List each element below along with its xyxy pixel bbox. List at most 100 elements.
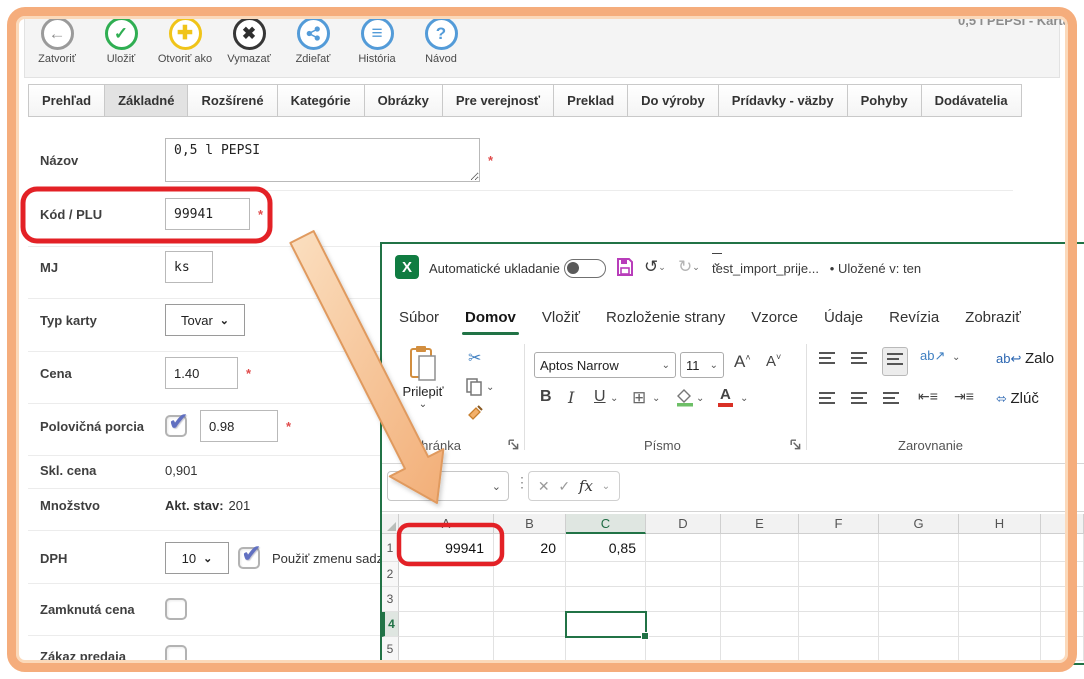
column-header-e[interactable]: E <box>721 514 799 534</box>
cell-b3[interactable] <box>494 587 566 612</box>
cell-d2[interactable] <box>646 562 721 587</box>
row-header-4[interactable]: 4 <box>382 612 399 637</box>
cell-h4[interactable] <box>959 612 1041 637</box>
orientation-icon[interactable]: ab↗ <box>920 348 945 364</box>
open-as-button[interactable]: ✚ Otvoriť ako <box>153 17 217 65</box>
mj-input[interactable] <box>165 251 213 283</box>
chevron-down-icon[interactable]: ⌄ <box>610 393 618 404</box>
merge-center-button[interactable]: ⬄ Zlúč <box>996 390 1039 407</box>
cell-c3[interactable] <box>566 587 646 612</box>
decrease-font-icon[interactable]: A˅ <box>766 352 781 370</box>
save-icon[interactable] <box>616 257 634 277</box>
ribbon-tab-zobrazit[interactable]: Zobraziť <box>952 297 1034 337</box>
dph-select[interactable]: 10 ⌄ <box>165 542 229 574</box>
dialog-launcher-icon[interactable] <box>508 439 520 451</box>
column-header-g[interactable]: G <box>879 514 959 534</box>
cell-a5[interactable] <box>399 637 494 661</box>
chevron-down-icon[interactable]: ⌄ <box>602 481 610 492</box>
cell-h1[interactable] <box>959 534 1041 562</box>
delete-button[interactable]: ✖ Vymazať <box>217 17 281 65</box>
dph-change-checkbox[interactable] <box>238 547 260 569</box>
borders-icon[interactable]: ⊞ <box>632 388 646 408</box>
cell-d1[interactable] <box>646 534 721 562</box>
dialog-launcher-icon[interactable] <box>790 439 802 451</box>
column-header-b[interactable]: B <box>494 514 566 534</box>
tab-pridavky-vazby[interactable]: Prídavky - väzby <box>718 84 848 117</box>
tab-pohyby[interactable]: Pohyby <box>847 84 922 117</box>
align-center-icon[interactable] <box>850 390 868 411</box>
nazov-input[interactable]: 0,5 l PEPSI <box>165 138 480 182</box>
bold-button[interactable]: B <box>540 388 552 406</box>
tab-do-vyroby[interactable]: Do výroby <box>627 84 719 117</box>
cell-h5[interactable] <box>959 637 1041 661</box>
cell-g4[interactable] <box>879 612 959 637</box>
tab-dodavatelia[interactable]: Dodávatelia <box>921 84 1022 117</box>
ribbon-tab-vzorce[interactable]: Vzorce <box>738 297 811 337</box>
name-box[interactable]: ⌄ <box>387 471 509 501</box>
cell-f4[interactable] <box>799 612 879 637</box>
cell-h2[interactable] <box>959 562 1041 587</box>
underline-button[interactable]: U <box>594 388 606 406</box>
ribbon-tab-subor[interactable]: Súbor <box>386 297 452 337</box>
cut-icon[interactable]: ✂ <box>468 348 481 368</box>
row-header-5[interactable]: 5 <box>382 637 399 661</box>
align-right-icon[interactable] <box>882 390 900 411</box>
format-painter-icon[interactable] <box>466 404 484 422</box>
copy-icon[interactable] <box>466 378 482 396</box>
increase-font-icon[interactable]: A˄ <box>734 352 751 372</box>
align-middle-icon[interactable] <box>850 350 868 371</box>
insert-function-icon[interactable]: fx <box>579 477 593 495</box>
polovicna-porcia-input[interactable] <box>200 410 278 442</box>
ribbon-tab-udaje[interactable]: Údaje <box>811 297 876 337</box>
tab-rozsirene[interactable]: Rozšírené <box>187 84 277 117</box>
ribbon-tab-rozlozenie-strany[interactable]: Rozloženie strany <box>593 297 738 337</box>
save-button[interactable]: ✓ Uložiť <box>89 17 153 65</box>
polovicna-porcia-checkbox[interactable] <box>165 415 187 437</box>
font-name-combo[interactable]: Aptos Narrow ⌄ <box>534 352 676 378</box>
column-header-h[interactable]: H <box>959 514 1041 534</box>
fill-color-icon[interactable] <box>676 388 694 407</box>
cell-g5[interactable] <box>879 637 959 661</box>
share-button[interactable]: Zdieľať <box>281 17 345 65</box>
cell-a1[interactable]: 99941 <box>399 534 494 562</box>
increase-indent-icon[interactable]: ⇥≡ <box>954 388 974 405</box>
chevron-down-icon[interactable]: ⌄ <box>952 352 960 363</box>
formula-input[interactable] <box>628 471 1080 501</box>
typ-karty-select[interactable]: Tovar ⌄ <box>165 304 245 336</box>
confirm-entry-icon[interactable]: ✓ <box>558 478 570 495</box>
tab-kategorie[interactable]: Kategórie <box>277 84 365 117</box>
tab-zakladne[interactable]: Základné <box>104 84 188 117</box>
cell-f5[interactable] <box>799 637 879 661</box>
tab-prehlad[interactable]: Prehľad <box>28 84 105 117</box>
align-left-icon[interactable] <box>818 390 836 411</box>
cell-e2[interactable] <box>721 562 799 587</box>
column-header-f[interactable]: F <box>799 514 879 534</box>
formula-bar-grip[interactable]: ⋮ <box>515 474 529 491</box>
help-button[interactable]: ? Návod <box>409 17 473 65</box>
decrease-indent-icon[interactable]: ⇤≡ <box>918 388 938 405</box>
italic-button[interactable]: I <box>568 388 574 407</box>
column-header-a[interactable]: A <box>399 514 494 534</box>
cell-e1[interactable] <box>721 534 799 562</box>
cell-f3[interactable] <box>799 587 879 612</box>
history-button[interactable]: ≡ História <box>345 17 409 65</box>
zamknuta-cena-checkbox[interactable] <box>165 598 187 620</box>
cell-g3[interactable] <box>879 587 959 612</box>
kod-plu-input[interactable] <box>165 198 250 230</box>
cell-c5[interactable] <box>566 637 646 661</box>
cell-g1[interactable] <box>879 534 959 562</box>
chevron-down-icon[interactable]: ⌄ <box>696 393 704 404</box>
cell-c4[interactable] <box>566 612 646 637</box>
cell-g2[interactable] <box>879 562 959 587</box>
cell-a4[interactable] <box>399 612 494 637</box>
column-header-d[interactable]: D <box>646 514 721 534</box>
chevron-down-icon[interactable]: ⌄ <box>740 393 748 404</box>
align-top-icon[interactable] <box>818 350 836 371</box>
cell-c1[interactable]: 0,85 <box>566 534 646 562</box>
cell-h3[interactable] <box>959 587 1041 612</box>
cell-f2[interactable] <box>799 562 879 587</box>
autosave-toggle[interactable] <box>564 259 606 278</box>
cell-e3[interactable] <box>721 587 799 612</box>
cell-e5[interactable] <box>721 637 799 661</box>
cell-a3[interactable] <box>399 587 494 612</box>
